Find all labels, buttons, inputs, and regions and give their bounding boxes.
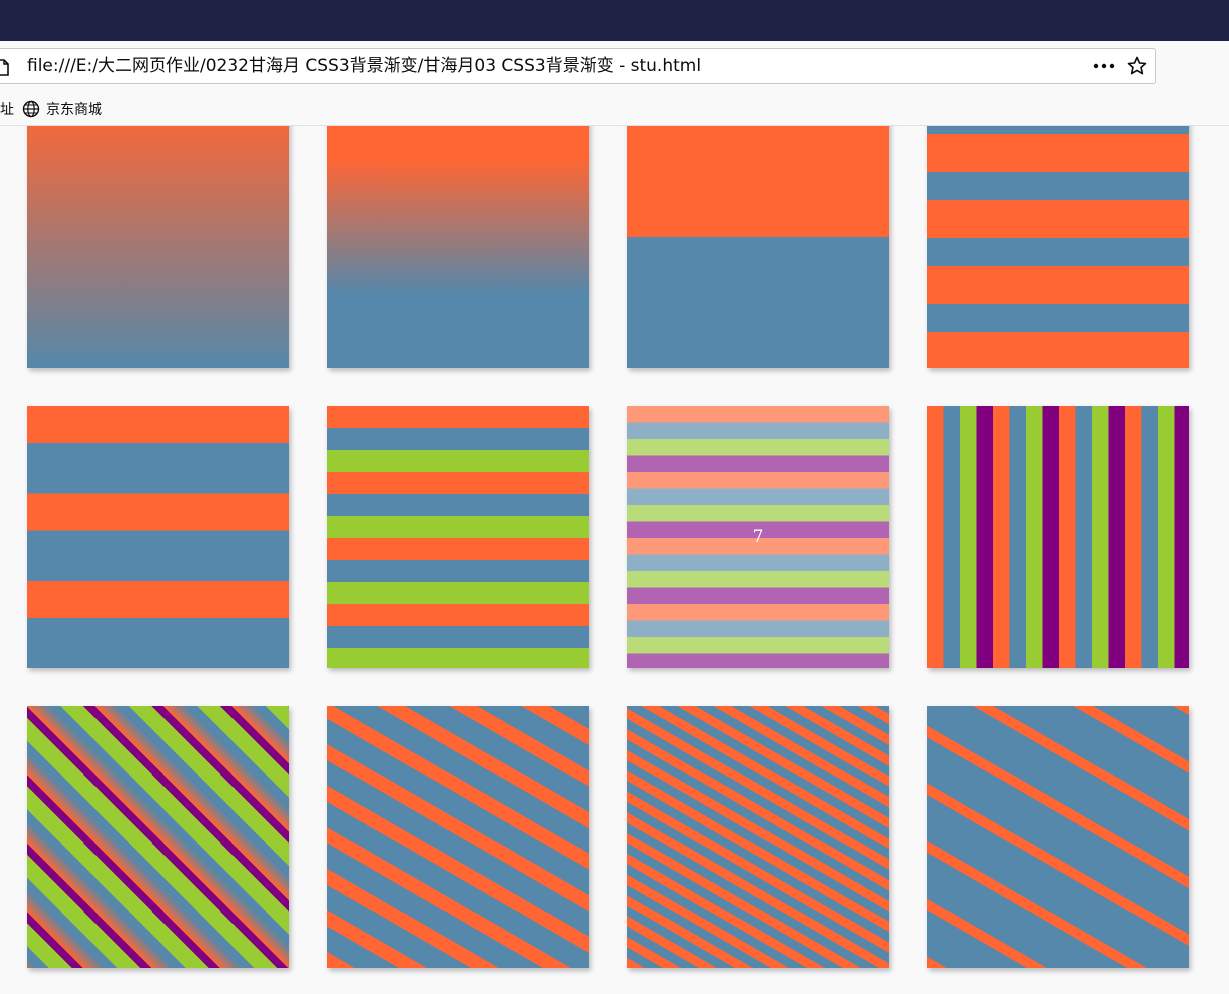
globe-icon <box>22 100 40 118</box>
gradient-box-3 <box>627 126 889 368</box>
more-options-icon[interactable] <box>1092 57 1116 75</box>
bookmark-star-icon[interactable] <box>1127 56 1147 76</box>
gradient-box-9 <box>27 706 289 968</box>
gradient-box-10 <box>327 706 589 968</box>
gradient-box-2 <box>327 126 589 368</box>
page-icon <box>0 59 9 76</box>
gradient-box-4 <box>927 126 1189 368</box>
window-titlebar <box>0 0 1229 41</box>
bookmark-partial-label[interactable]: 址 <box>0 99 14 119</box>
bookmark-jd[interactable]: 京东商城 <box>22 97 102 121</box>
bookmark-label: 京东商城 <box>46 102 102 118</box>
gradient-box-7: 7 <box>627 406 889 668</box>
address-text[interactable]: file:///E:/大二网页作业/0232甘海月 CSS3背景渐变/甘海月03… <box>27 49 701 83</box>
gradient-box-6 <box>327 406 589 668</box>
page-content: 7 <box>0 126 1229 994</box>
gradient-box-8 <box>927 406 1189 668</box>
address-bar[interactable]: file:///E:/大二网页作业/0232甘海月 CSS3背景渐变/甘海月03… <box>0 48 1156 84</box>
gradient-box-5 <box>27 406 289 668</box>
gradient-box-1 <box>27 126 289 368</box>
gradient-box-12 <box>927 706 1189 968</box>
gradient-box-11 <box>627 706 889 968</box>
box-label: 7 <box>752 527 764 547</box>
bookmarks-toolbar: 址 京东商城 <box>0 93 1229 126</box>
